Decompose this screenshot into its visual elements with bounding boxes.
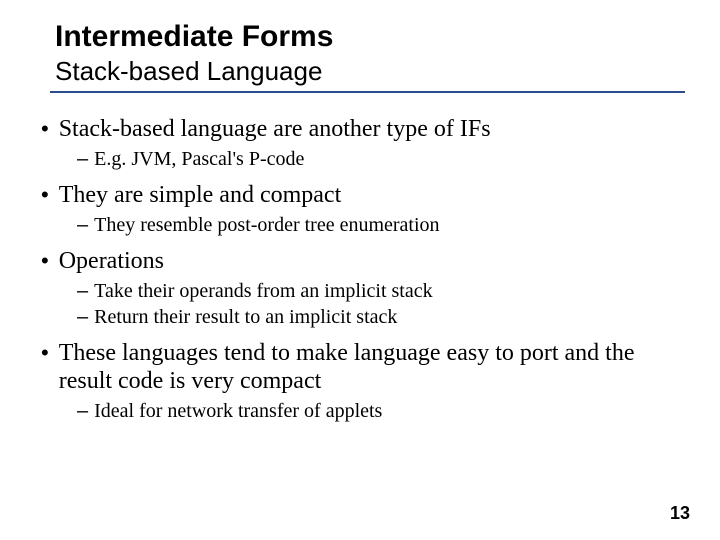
bullet-text: Stack-based language are another type of… (59, 115, 491, 143)
bullet-item: • These languages tend to make language … (55, 339, 665, 395)
sub-bullet-text: Take their operands from an implicit sta… (94, 279, 433, 303)
slide-content: • Stack-based language are another type … (55, 115, 675, 423)
dash-icon: – (77, 399, 88, 423)
sub-bullet-text: Ideal for network transfer of applets (94, 399, 382, 423)
bullet-dot-icon: • (41, 115, 49, 143)
sub-bullet-text: They resemble post-order tree enumeratio… (94, 213, 439, 237)
bullet-item: • Operations (55, 247, 665, 275)
slide-title: Intermediate Forms (55, 20, 675, 54)
sub-bullet-item: – They resemble post-order tree enumerat… (77, 213, 665, 237)
bullet-text: These languages tend to make language ea… (59, 339, 665, 395)
sub-bullet-item: – E.g. JVM, Pascal's P-code (77, 147, 665, 171)
bullet-group: • These languages tend to make language … (55, 339, 665, 423)
bullet-group: • Operations – Take their operands from … (55, 247, 665, 329)
bullet-item: • They are simple and compact (55, 181, 665, 209)
bullet-dot-icon: • (41, 247, 49, 275)
bullet-dot-icon: • (41, 339, 49, 367)
bullet-dot-icon: • (41, 181, 49, 209)
slide-subtitle: Stack-based Language (55, 56, 675, 87)
bullet-item: • Stack-based language are another type … (55, 115, 665, 143)
sub-bullet-item: – Take their operands from an implicit s… (77, 279, 665, 303)
bullet-text: Operations (59, 247, 164, 275)
bullet-text: They are simple and compact (59, 181, 342, 209)
sub-bullet-text: Return their result to an implicit stack (94, 305, 397, 329)
bullet-group: • They are simple and compact – They res… (55, 181, 665, 237)
dash-icon: – (77, 305, 88, 329)
dash-icon: – (77, 147, 88, 171)
title-underline (50, 91, 685, 93)
dash-icon: – (77, 213, 88, 237)
sub-bullet-text: E.g. JVM, Pascal's P-code (94, 147, 304, 171)
sub-bullet-item: – Return their result to an implicit sta… (77, 305, 665, 329)
sub-bullet-item: – Ideal for network transfer of applets (77, 399, 665, 423)
dash-icon: – (77, 279, 88, 303)
bullet-group: • Stack-based language are another type … (55, 115, 665, 171)
page-number: 13 (670, 503, 690, 524)
